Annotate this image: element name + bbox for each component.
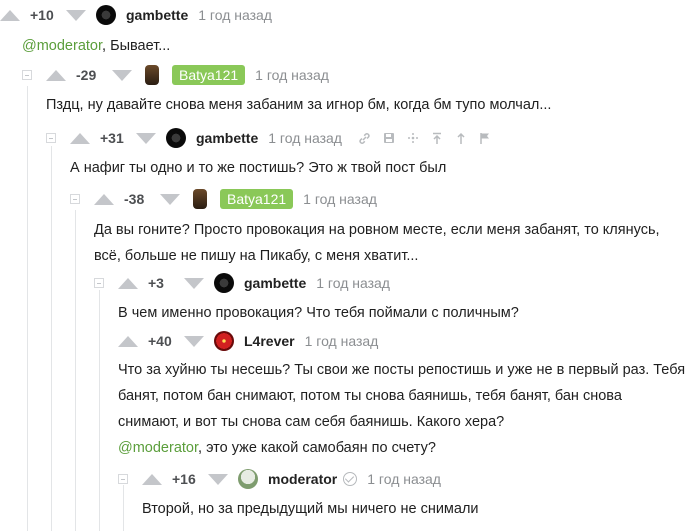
comment-text: @moderator, Бывает...: [22, 38, 171, 54]
avatar[interactable]: [166, 128, 186, 148]
avatar[interactable]: [214, 331, 234, 351]
username[interactable]: moderator: [268, 471, 337, 487]
comment-text: В чем именно провокация? Что тебя поймал…: [118, 305, 519, 321]
upvote-icon[interactable]: [118, 277, 138, 289]
comment-header: +10 gambette 1 год назад: [0, 0, 272, 30]
downvote-icon[interactable]: [136, 132, 156, 144]
share-icon[interactable]: [404, 130, 422, 146]
timestamp[interactable]: 1 год назад: [268, 130, 342, 146]
upvote-icon[interactable]: [0, 9, 20, 21]
username[interactable]: Batya121: [220, 189, 294, 209]
collapse-toggle[interactable]: [70, 194, 80, 204]
collapse-toggle[interactable]: [118, 474, 128, 484]
vote-block: +3: [118, 275, 204, 291]
collapse-toggle[interactable]: [22, 70, 32, 80]
thread-line: [51, 146, 52, 531]
comment-score: +31: [100, 130, 124, 146]
comment-text: Пздц, ну давайте снова меня забаним за и…: [46, 97, 552, 113]
save-icon[interactable]: [380, 130, 398, 146]
comment-score: +16: [172, 471, 196, 487]
thread-line: [123, 485, 124, 531]
comment-text: Второй, но за предыдущий мы ничего не сн…: [142, 501, 479, 517]
comment-score: -38: [124, 191, 145, 207]
timestamp[interactable]: 1 год назад: [198, 7, 272, 23]
username[interactable]: gambette: [196, 130, 258, 146]
vote-block: -29: [46, 67, 132, 83]
downvote-icon[interactable]: [208, 473, 228, 485]
downvote-icon[interactable]: [184, 277, 204, 289]
comment-header: +31 gambette 1 год назад: [70, 123, 500, 153]
vote-block: +16: [142, 471, 228, 487]
comment-header: -38 Batya121 1 год назад: [94, 184, 377, 214]
avatar[interactable]: [214, 273, 234, 293]
comment-header: +16 moderator 1 год назад: [142, 464, 441, 494]
timestamp[interactable]: 1 год назад: [255, 67, 329, 83]
mention-link[interactable]: @moderator: [22, 38, 102, 54]
comment-header: -29 Batya121 1 год назад: [46, 60, 329, 90]
vote-block: +40: [118, 333, 204, 349]
link-icon[interactable]: [356, 130, 374, 146]
upvote-icon[interactable]: [46, 69, 66, 81]
vote-block: +10: [0, 7, 86, 23]
comment-text: Да вы гоните? Просто провокация на ровно…: [94, 222, 660, 264]
comment-score: -29: [76, 67, 97, 83]
comment-score: +10: [30, 7, 54, 23]
upvote-icon[interactable]: [94, 193, 114, 205]
avatar[interactable]: [238, 469, 258, 489]
username[interactable]: Batya121: [172, 65, 246, 85]
pin-top-icon[interactable]: [428, 130, 446, 146]
upvote-icon[interactable]: [118, 335, 138, 347]
upvote-icon[interactable]: [70, 132, 90, 144]
flag-icon[interactable]: [476, 130, 494, 146]
comment-score: +40: [148, 333, 172, 349]
thread-line: [27, 86, 28, 531]
avatar[interactable]: [193, 189, 207, 209]
thread-line: [99, 290, 100, 531]
vote-block: -38: [94, 191, 180, 207]
username[interactable]: L4rever: [244, 333, 295, 349]
timestamp[interactable]: 1 год назад: [316, 275, 390, 291]
collapse-toggle[interactable]: [94, 278, 104, 288]
comment-tools: [356, 130, 500, 146]
upvote-icon[interactable]: [142, 473, 162, 485]
mention-link[interactable]: @moderator: [118, 440, 198, 456]
username[interactable]: gambette: [244, 275, 306, 291]
username[interactable]: gambette: [126, 7, 188, 23]
downvote-icon[interactable]: [66, 9, 86, 21]
avatar[interactable]: [145, 65, 159, 85]
comment-text: Что за хуйню ты несешь? Ты свои же посты…: [118, 362, 686, 456]
comment-text: А нафиг ты одно и то же постишь? Это ж т…: [70, 160, 447, 176]
downvote-icon[interactable]: [184, 335, 204, 347]
avatar[interactable]: [96, 5, 116, 25]
vote-block: +31: [70, 130, 156, 146]
downvote-icon[interactable]: [160, 193, 180, 205]
collapse-toggle[interactable]: [46, 133, 56, 143]
timestamp[interactable]: 1 год назад: [303, 191, 377, 207]
timestamp[interactable]: 1 год назад: [367, 471, 441, 487]
comment-score: +3: [148, 275, 164, 291]
timestamp[interactable]: 1 год назад: [305, 333, 379, 349]
downvote-icon[interactable]: [112, 69, 132, 81]
comment-header: +40 L4rever 1 год назад: [118, 326, 378, 356]
verified-icon: [343, 472, 358, 486]
comment-header: +3 gambette 1 год назад: [118, 268, 390, 298]
thread-line: [75, 210, 76, 531]
move-up-icon[interactable]: [452, 130, 470, 146]
